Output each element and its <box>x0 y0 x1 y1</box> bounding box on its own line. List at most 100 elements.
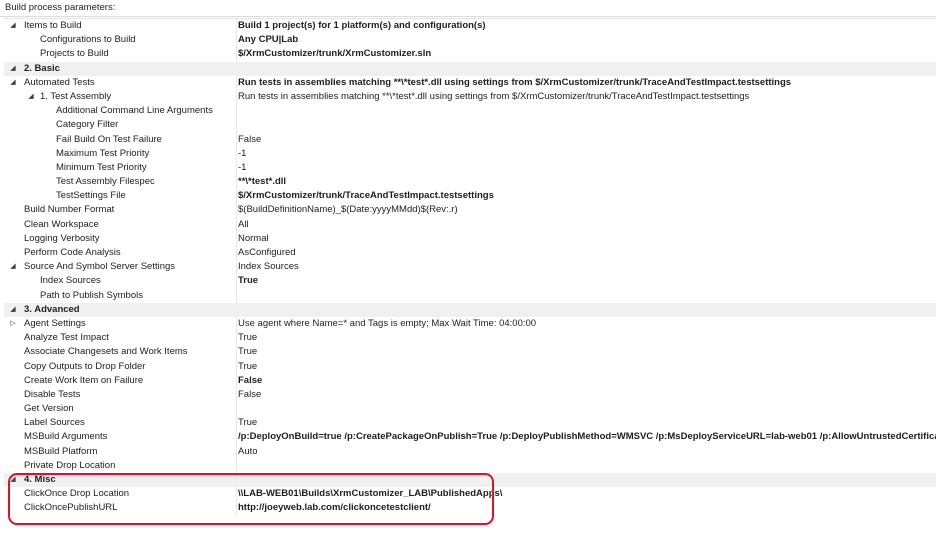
property-name-cell[interactable]: Fail Build On Test Failure <box>4 133 234 147</box>
property-value-cell[interactable]: Run tests in assemblies matching **\*tes… <box>236 89 936 105</box>
property-row[interactable]: ◢ Source And Symbol Server Settings Index … <box>4 260 936 275</box>
property-name-cell[interactable]: Perform Code Analysis <box>4 246 234 260</box>
property-value-cell[interactable]: True <box>236 331 936 346</box>
property-name-cell[interactable]: Get Version <box>4 402 234 416</box>
property-name-cell[interactable]: Associate Changesets and Work Items <box>4 345 234 359</box>
property-row[interactable]: Disable Tests False <box>4 387 936 403</box>
property-row[interactable]: ClickOncePublishURL http://joeyweb.lab.co… <box>4 501 936 516</box>
property-name-cell[interactable]: Create Work Item on Failure <box>4 374 234 388</box>
property-name-cell[interactable]: Disable Tests <box>4 388 234 402</box>
property-value-cell[interactable] <box>236 402 936 417</box>
property-name-cell[interactable]: Index Sources <box>4 274 234 288</box>
property-value-cell[interactable]: True <box>236 416 936 431</box>
property-name-cell[interactable]: Category Filter <box>4 118 234 132</box>
property-value-cell[interactable]: $/XrmCustomizer/trunk/XrmCustomizer.sln <box>236 47 936 62</box>
property-row[interactable]: Label Sources True <box>4 416 936 431</box>
collapse-arrow-icon[interactable]: ◢ <box>8 303 18 317</box>
property-name-cell[interactable]: Build Number Format <box>4 203 234 217</box>
property-name-cell[interactable]: Clean Workspace <box>4 218 234 232</box>
collapse-arrow-icon[interactable]: ◢ <box>26 90 36 104</box>
property-name-cell[interactable]: Minimum Test Priority <box>4 161 234 175</box>
category-row[interactable]: ◢ 4. Misc <box>4 473 936 488</box>
category-row[interactable]: ◢ 2. Basic <box>4 61 936 76</box>
property-value-cell[interactable]: Use agent where Name=* and Tags is empty… <box>236 316 936 332</box>
collapse-arrow-icon[interactable]: ◢ <box>8 76 18 90</box>
collapse-arrow-icon[interactable]: ◢ <box>8 19 18 33</box>
property-value-cell[interactable] <box>236 288 936 303</box>
collapse-arrow-icon[interactable]: ◢ <box>8 260 18 274</box>
property-row[interactable]: Perform Code Analysis AsConfigured <box>4 246 936 261</box>
property-name-cell[interactable]: Path to Publish Symbols <box>4 289 234 303</box>
property-value-cell[interactable]: False <box>236 132 936 147</box>
property-value-cell[interactable]: AsConfigured <box>236 246 936 261</box>
property-row[interactable]: Configurations to Build Any CPU|Lab <box>4 33 936 48</box>
property-row[interactable]: ◢ 1. Test Assembly Run tests in assemblies… <box>4 89 936 105</box>
property-name-cell[interactable]: ◢ Source And Symbol Server Settings <box>4 260 234 274</box>
property-name-cell[interactable]: ▷ Agent Settings <box>4 317 234 331</box>
property-name-cell[interactable]: MSBuild Arguments <box>4 430 234 444</box>
property-row[interactable]: Get Version <box>4 402 936 417</box>
property-name-cell[interactable]: ◢ 1. Test Assembly <box>4 90 234 104</box>
property-name-cell[interactable]: ClickOnce Drop Location <box>4 487 234 501</box>
property-name-cell[interactable]: ◢ 2. Basic <box>4 62 234 76</box>
property-name-cell[interactable]: Logging Verbosity <box>4 232 234 246</box>
property-row[interactable]: Additional Command Line Arguments <box>4 104 936 119</box>
property-row[interactable]: Copy Outputs to Drop Folder True <box>4 359 936 374</box>
property-name-cell[interactable]: ClickOncePublishURL <box>4 501 234 515</box>
collapse-arrow-icon[interactable]: ◢ <box>8 62 18 76</box>
property-name-cell[interactable]: Test Assembly Filespec <box>4 175 234 189</box>
expand-arrow-icon[interactable]: ▷ <box>8 317 18 331</box>
property-name-cell[interactable]: ◢ Automated Tests <box>4 76 234 90</box>
property-value-cell[interactable]: **\*test*.dll <box>236 175 936 190</box>
property-value-cell[interactable]: $(BuildDefinitionName)_$(Date:yyyyMMdd)$… <box>236 203 936 218</box>
property-name-cell[interactable]: Private Drop Location <box>4 459 234 473</box>
property-value-cell[interactable] <box>236 104 936 119</box>
property-row[interactable]: Projects to Build $/XrmCustomizer/trunk/X… <box>4 47 936 62</box>
property-row[interactable]: Test Assembly Filespec **\*test*.dll <box>4 175 936 190</box>
property-value-cell[interactable]: /p:DeployOnBuild=true /p:CreatePackageOn… <box>236 430 936 445</box>
property-value-cell[interactable] <box>236 458 936 473</box>
property-row[interactable]: Minimum Test Priority -1 <box>4 160 936 176</box>
property-value-cell[interactable]: All <box>236 217 936 232</box>
property-row[interactable]: Maximum Test Priority -1 <box>4 146 936 161</box>
property-value-cell[interactable]: Any CPU|Lab <box>236 33 936 48</box>
property-row[interactable]: Path to Publish Symbols <box>4 288 936 303</box>
property-row[interactable]: TestSettings File $/XrmCustomizer/trunk/T… <box>4 189 936 204</box>
property-row[interactable]: Create Work Item on Failure False <box>4 373 936 388</box>
property-value-cell[interactable]: http://joeyweb.lab.com/clickoncetestclie… <box>236 501 936 516</box>
property-value-cell[interactable]: Auto <box>236 444 936 459</box>
property-row[interactable]: ClickOnce Drop Location \\LAB-WEB01\Build… <box>4 487 936 502</box>
property-value-cell[interactable]: Normal <box>236 231 936 246</box>
property-row[interactable]: Clean Workspace All <box>4 217 936 232</box>
property-value-cell[interactable]: Index Sources <box>236 260 936 275</box>
property-row[interactable]: ◢ Automated Tests Run tests in assemblies … <box>4 75 936 90</box>
property-value-cell[interactable] <box>236 118 936 133</box>
property-value-cell[interactable]: True <box>236 359 936 374</box>
property-value-cell[interactable]: \\LAB-WEB01\Builds\XrmCustomizer_LAB\Pub… <box>236 487 936 502</box>
property-value-cell[interactable]: -1 <box>236 146 936 161</box>
property-value-cell[interactable]: Build 1 project(s) for 1 platform(s) and… <box>236 19 936 34</box>
property-row[interactable]: Analyze Test Impact True <box>4 331 936 346</box>
property-name-cell[interactable]: TestSettings File <box>4 189 234 203</box>
property-value-cell[interactable]: True <box>236 274 936 289</box>
property-value-cell[interactable]: Run tests in assemblies matching **\*tes… <box>236 75 936 90</box>
property-name-cell[interactable]: Additional Command Line Arguments <box>4 104 234 118</box>
property-name-cell[interactable]: Label Sources <box>4 416 234 430</box>
property-row[interactable]: Associate Changesets and Work Items True <box>4 345 936 360</box>
property-row[interactable]: Build Number Format $(BuildDefinitionName… <box>4 203 936 218</box>
property-value-cell[interactable]: True <box>236 345 936 360</box>
property-value-cell[interactable]: False <box>236 387 936 403</box>
property-row[interactable]: ◢ Items to Build Build 1 project(s) for 1 … <box>4 19 936 34</box>
property-row[interactable]: MSBuild Platform Auto <box>4 444 936 459</box>
property-row[interactable]: Private Drop Location <box>4 458 936 473</box>
property-name-cell[interactable]: Configurations to Build <box>4 33 234 47</box>
property-value-cell[interactable]: $/XrmCustomizer/trunk/TraceAndTestImpact… <box>236 189 936 204</box>
property-value-cell[interactable]: -1 <box>236 160 936 176</box>
property-row[interactable]: Fail Build On Test Failure False <box>4 132 936 147</box>
property-value-cell[interactable]: False <box>236 373 936 388</box>
property-name-cell[interactable]: Maximum Test Priority <box>4 147 234 161</box>
property-name-cell[interactable]: Copy Outputs to Drop Folder <box>4 360 234 374</box>
property-name-cell[interactable]: Analyze Test Impact <box>4 331 234 345</box>
category-row[interactable]: ◢ 3. Advanced <box>4 302 936 317</box>
property-name-cell[interactable]: ◢ 3. Advanced <box>4 303 234 317</box>
